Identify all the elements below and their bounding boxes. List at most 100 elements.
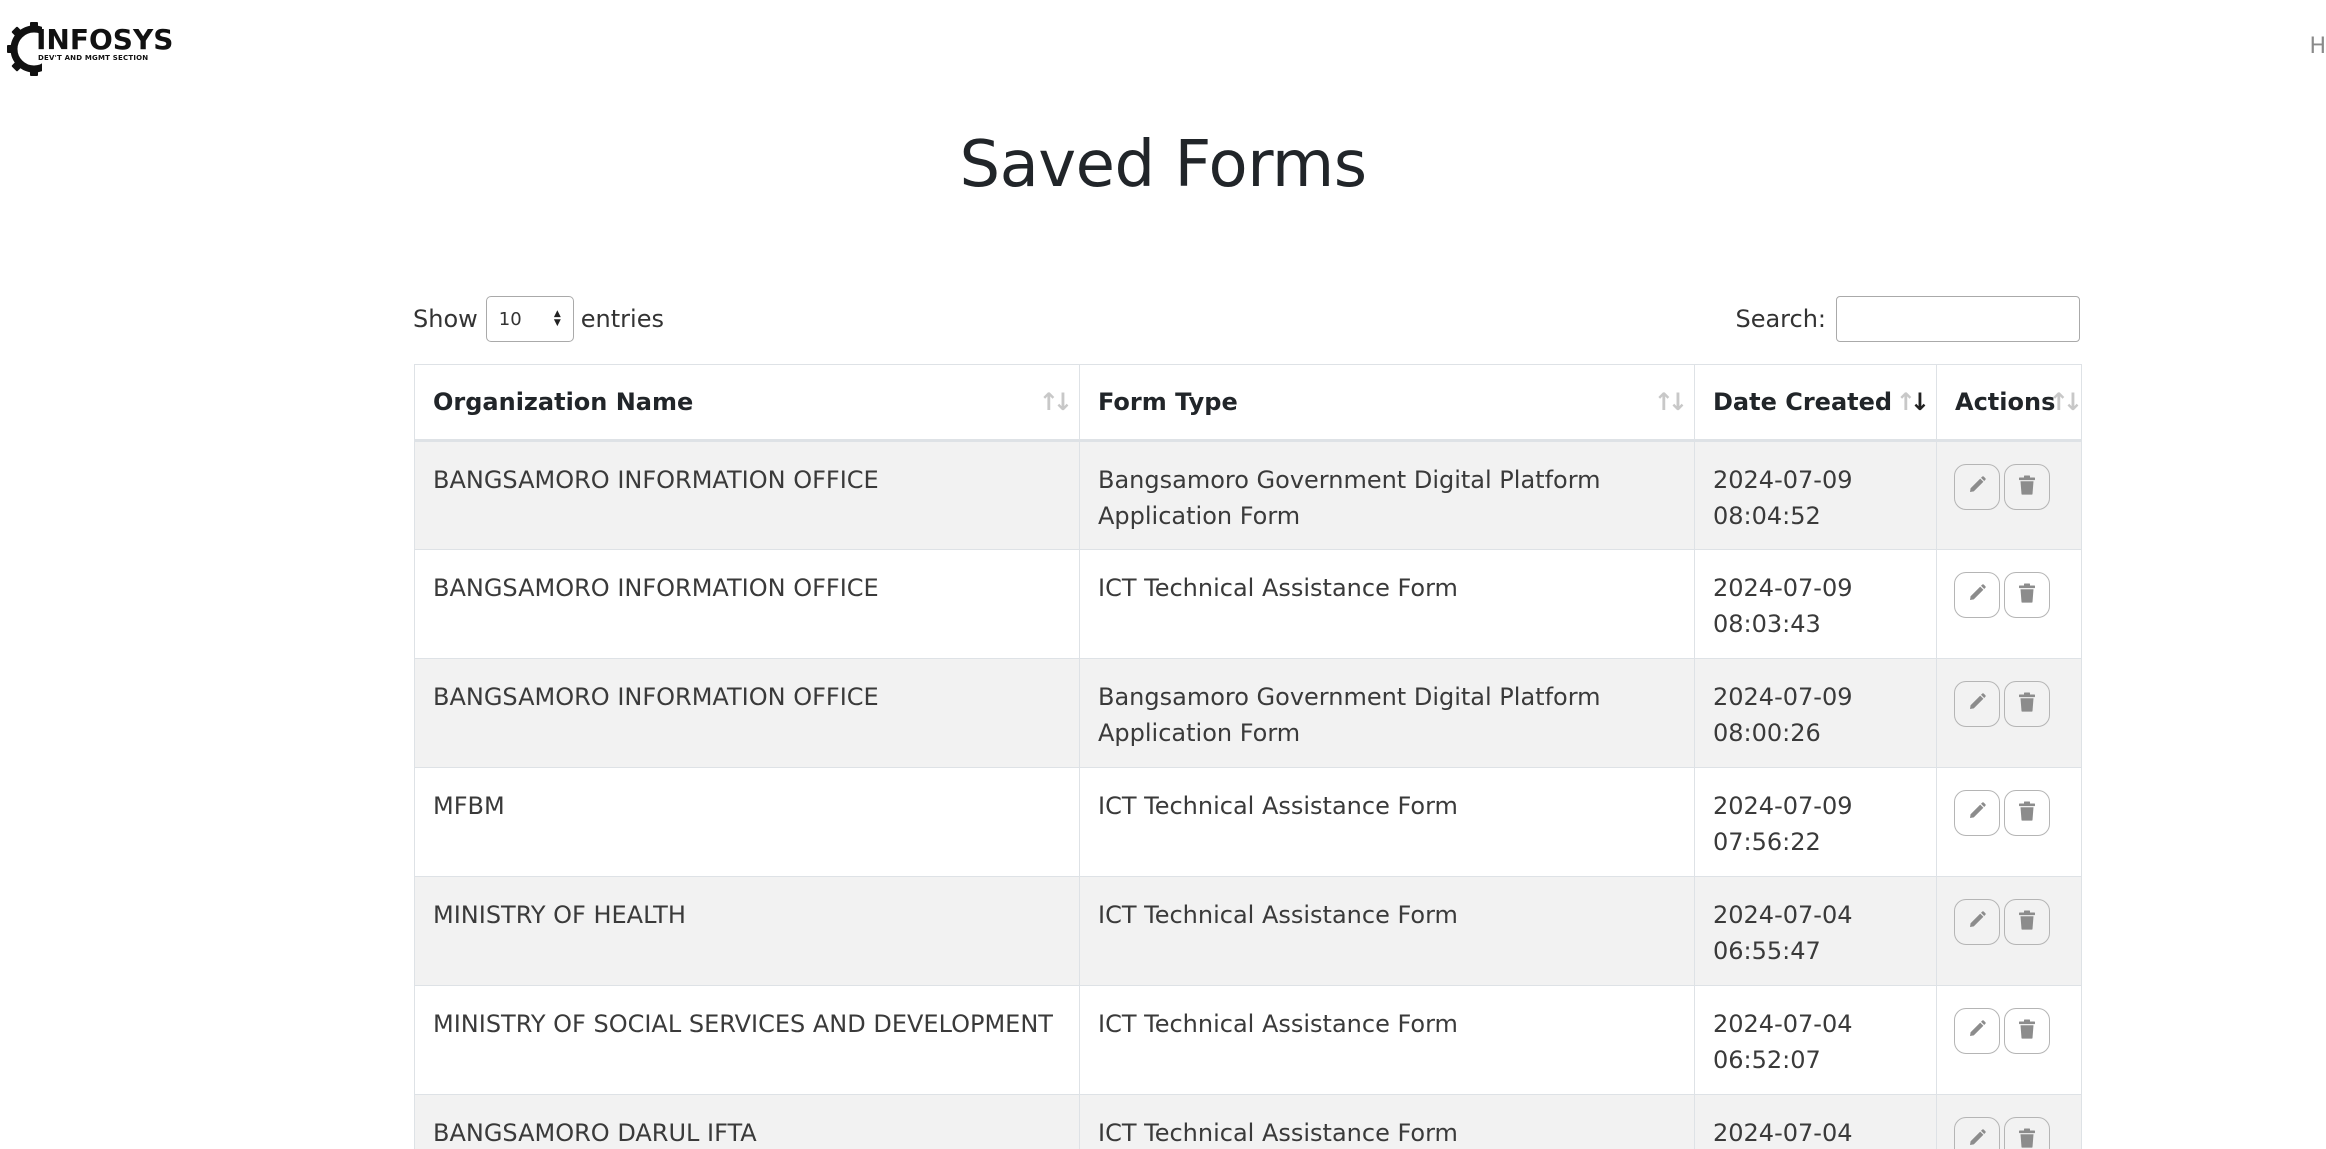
cell-form-type: ICT Technical Assistance Form — [1079, 549, 1695, 659]
trash-icon — [2018, 904, 2036, 940]
infosys-logo[interactable]: INFOSYS DEV'T AND MGMT SECTION — [6, 20, 173, 78]
delete-button[interactable] — [2004, 899, 2050, 945]
cell-actions — [1936, 767, 2082, 877]
delete-button[interactable] — [2004, 1008, 2050, 1054]
table-row: BANGSAMORO INFORMATION OFFICE ICT Technic… — [414, 549, 2082, 659]
entries-length-control: Show 10 ▲ ▼ entries — [413, 296, 664, 342]
pencil-icon — [1967, 795, 1987, 831]
cell-date-created: 2024-07-09 08:00:26 — [1694, 658, 1937, 768]
cell-actions — [1936, 876, 2082, 986]
edit-button[interactable] — [1954, 899, 2000, 945]
logo-name: INFOSYS — [36, 23, 174, 56]
cell-date: 2024-07-04 — [1713, 1010, 1853, 1038]
table-body: BANGSAMORO INFORMATION OFFICE Bangsamoro … — [414, 440, 2082, 1149]
cell-organization-name: BANGSAMORO INFORMATION OFFICE — [414, 440, 1080, 550]
column-header-label: Organization Name — [433, 388, 694, 416]
cell-date-created: 2024-07-04 06:55:47 — [1694, 876, 1937, 986]
cell-form-type: ICT Technical Assistance Form — [1079, 985, 1695, 1095]
column-header-form-type[interactable]: Form Type ↑↓ — [1079, 364, 1695, 442]
cell-time: 06:52:07 — [1713, 1046, 1821, 1074]
column-header-label: Date Created — [1713, 388, 1893, 416]
cell-organization-name: BANGSAMORO INFORMATION OFFICE — [414, 658, 1080, 768]
cell-organization-name: BANGSAMORO DARUL IFTA — [414, 1094, 1080, 1149]
edit-button[interactable] — [1954, 790, 2000, 836]
cell-actions — [1936, 549, 2082, 659]
cell-time: 08:00:26 — [1713, 719, 1821, 747]
table-header-row: Organization Name ↑↓ Form Type ↑↓ Date C… — [414, 364, 2083, 442]
delete-button[interactable] — [2004, 790, 2050, 836]
trash-icon — [2018, 686, 2036, 722]
cell-form-type: ICT Technical Assistance Form — [1079, 876, 1695, 986]
trash-icon — [2018, 577, 2036, 613]
table-row: BANGSAMORO INFORMATION OFFICE Bangsamoro … — [414, 440, 2082, 550]
cell-organization-name: BANGSAMORO INFORMATION OFFICE — [414, 549, 1080, 659]
select-arrows-icon: ▲ ▼ — [553, 309, 561, 328]
search-label: Search: — [1735, 305, 1826, 333]
cell-actions — [1936, 1094, 2082, 1149]
cell-organization-name: MFBM — [414, 767, 1080, 877]
pencil-icon — [1967, 686, 1987, 722]
edit-button[interactable] — [1954, 1008, 2000, 1054]
column-header-label: Actions — [1955, 388, 2056, 416]
pencil-icon — [1967, 577, 1987, 613]
cell-date: 2024-07-09 — [1713, 466, 1853, 494]
search-input[interactable] — [1836, 296, 2080, 342]
table-row: MFBM ICT Technical Assistance Form 2024-07… — [414, 767, 2082, 877]
column-header-actions[interactable]: Actions ↑↓ — [1936, 364, 2083, 442]
pencil-icon — [1967, 904, 1987, 940]
cell-actions — [1936, 985, 2082, 1095]
pencil-icon — [1967, 469, 1987, 505]
table-row: BANGSAMORO DARUL IFTA ICT Technical Assis… — [414, 1094, 2082, 1149]
sort-desc-icon: ↑↓ — [1895, 388, 1930, 416]
cell-form-type: ICT Technical Assistance Form — [1079, 767, 1695, 877]
pencil-icon — [1967, 1122, 1987, 1149]
column-header-label: Form Type — [1098, 388, 1238, 416]
trash-icon — [2018, 1122, 2036, 1149]
saved-forms-table: Organization Name ↑↓ Form Type ↑↓ Date C… — [414, 364, 2083, 1149]
search-control: Search: — [1735, 296, 2080, 342]
cell-time: 08:04:52 — [1713, 502, 1821, 530]
entries-select[interactable]: 10 ▲ ▼ — [485, 296, 574, 342]
delete-button[interactable] — [2004, 1117, 2050, 1149]
column-header-organization[interactable]: Organization Name ↑↓ — [414, 364, 1080, 442]
cell-organization-name: MINISTRY OF SOCIAL SERVICES AND DEVELOPM… — [414, 985, 1080, 1095]
saved-forms-table-wrapper: Organization Name ↑↓ Form Type ↑↓ Date C… — [414, 364, 2083, 1149]
column-header-date-created[interactable]: Date Created ↑↓ — [1694, 364, 1937, 442]
cell-actions — [1936, 440, 2082, 550]
sort-arrows-icon: ↑↓ — [2048, 388, 2083, 416]
table-row: MINISTRY OF HEALTH ICT Technical Assistan… — [414, 876, 2082, 986]
edit-button[interactable] — [1954, 464, 2000, 510]
sort-arrows-icon: ↑↓ — [1038, 388, 1073, 416]
cell-actions — [1936, 658, 2082, 768]
entries-select-value: 10 — [498, 308, 522, 330]
cell-form-type: ICT Technical Assistance Form — [1079, 1094, 1695, 1149]
trash-icon — [2018, 1013, 2036, 1049]
delete-button[interactable] — [2004, 464, 2050, 510]
cell-form-type: Bangsamoro Government Digital Platform A… — [1079, 658, 1695, 768]
cell-date: 2024-07-09 — [1713, 574, 1853, 602]
cell-date: 2024-07-04 — [1713, 1119, 1853, 1147]
sort-arrows-icon: ↑↓ — [1653, 388, 1688, 416]
delete-button[interactable] — [2004, 572, 2050, 618]
edit-button[interactable] — [1954, 681, 2000, 727]
cell-date: 2024-07-09 — [1713, 683, 1853, 711]
edit-button[interactable] — [1954, 1117, 2000, 1149]
nav-link-cutoff[interactable]: H — [2309, 34, 2326, 59]
cell-organization-name: MINISTRY OF HEALTH — [414, 876, 1080, 986]
edit-button[interactable] — [1954, 572, 2000, 618]
saved-forms-page: INFOSYS DEV'T AND MGMT SECTION H Saved F… — [0, 0, 2326, 1149]
cell-date-created: 2024-07-09 08:04:52 — [1694, 440, 1937, 550]
page-title: Saved Forms — [959, 128, 1367, 202]
table-row: MINISTRY OF SOCIAL SERVICES AND DEVELOPM… — [414, 985, 2082, 1095]
pencil-icon — [1967, 1013, 1987, 1049]
show-label: Show — [413, 305, 478, 333]
cell-date: 2024-07-09 — [1713, 792, 1853, 820]
cell-date-created: 2024-07-04 — [1694, 1094, 1937, 1149]
trash-icon — [2018, 795, 2036, 831]
delete-button[interactable] — [2004, 681, 2050, 727]
logo-subtitle: DEV'T AND MGMT SECTION — [38, 54, 149, 62]
cell-date: 2024-07-04 — [1713, 901, 1853, 929]
cell-time: 07:56:22 — [1713, 828, 1821, 856]
table-row: BANGSAMORO INFORMATION OFFICE Bangsamoro … — [414, 658, 2082, 768]
cell-time: 08:03:43 — [1713, 610, 1821, 638]
